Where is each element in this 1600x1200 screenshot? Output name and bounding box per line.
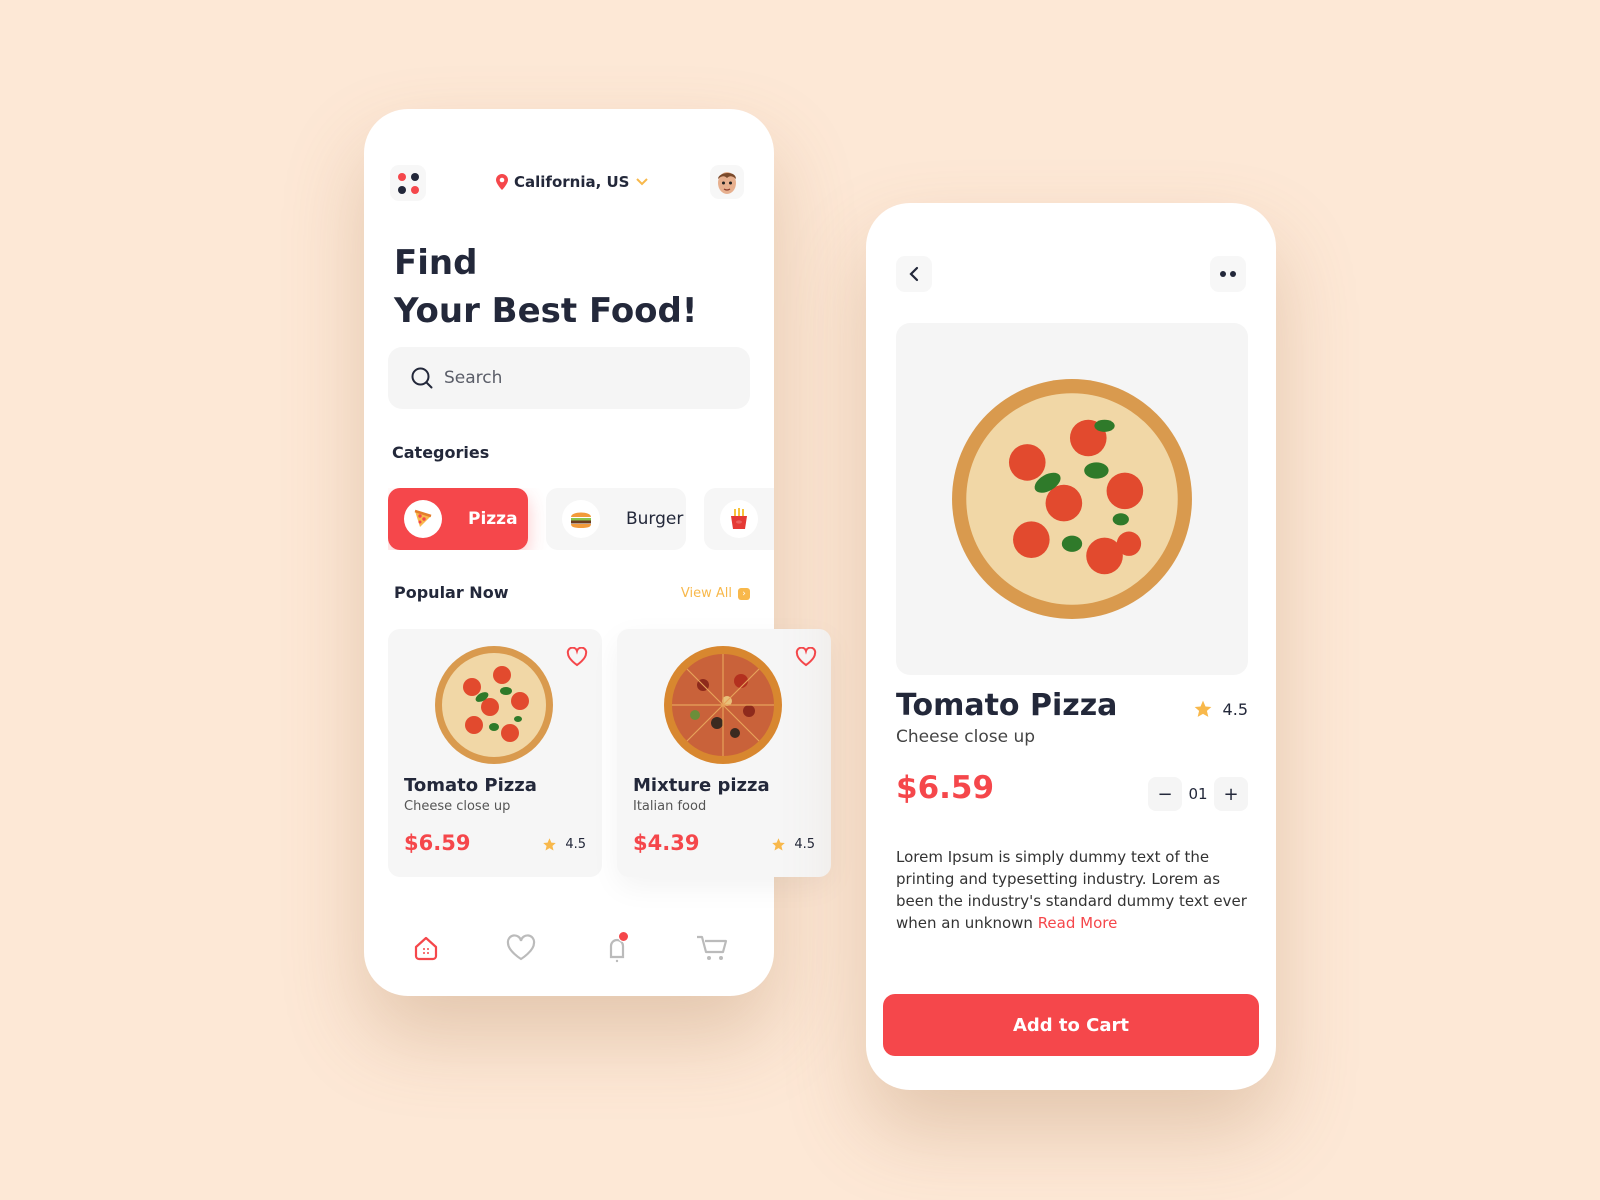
category-fries[interactable] <box>704 488 774 550</box>
chevron-left-icon <box>909 266 919 282</box>
nav-cart[interactable] <box>692 928 732 968</box>
tomato-pizza-image <box>435 646 553 764</box>
product-price: $6.59 <box>896 770 995 806</box>
burger-icon <box>562 500 600 538</box>
avatar-face-icon <box>718 172 736 194</box>
heart-icon <box>507 934 536 961</box>
fries-icon <box>720 500 758 538</box>
bottom-nav <box>364 928 774 968</box>
back-button[interactable] <box>896 256 932 292</box>
view-all-link[interactable]: View All › <box>681 586 750 601</box>
food-name: Mixture pizza <box>633 775 770 796</box>
star-icon <box>543 838 557 851</box>
product-image-frame <box>896 323 1248 675</box>
star-icon <box>1194 700 1211 717</box>
categories-heading: Categories <box>392 443 490 462</box>
rating-value: 4.5 <box>565 837 586 852</box>
home-screen: California, US Find Your Best Food! Cate… <box>364 109 831 996</box>
product-subtitle: Cheese close up <box>896 727 1036 747</box>
menu-button[interactable] <box>390 165 426 201</box>
search-icon <box>411 367 433 389</box>
nav-notifications[interactable] <box>597 928 637 968</box>
food-subtitle: Italian food <box>633 799 707 814</box>
title-line-2: Your Best Food! <box>394 291 698 331</box>
search-input[interactable] <box>444 368 724 388</box>
food-price: $6.59 <box>404 831 471 855</box>
read-more-link[interactable]: Read More <box>1038 914 1118 932</box>
product-rating: 4.5 <box>1193 699 1248 719</box>
search-bar[interactable] <box>388 347 750 409</box>
add-to-cart-button[interactable]: Add to Cart <box>883 994 1259 1056</box>
grid-dots-icon <box>397 172 419 194</box>
category-list: Pizza Burger <box>388 488 774 550</box>
favorite-heart-icon[interactable] <box>795 647 817 667</box>
cart-icon <box>697 935 728 960</box>
nav-favorites[interactable] <box>501 928 541 968</box>
food-rating: 4.5 <box>542 837 586 852</box>
detail-screen: Tomato Pizza Cheese close up 4.5 $6.59 −… <box>866 203 1276 1090</box>
category-pizza[interactable]: Pizza <box>388 488 528 550</box>
food-subtitle: Cheese close up <box>404 799 511 814</box>
map-pin-icon <box>496 174 508 190</box>
food-price: $4.39 <box>633 831 700 855</box>
page-title: Find Your Best Food! <box>394 239 697 335</box>
mixture-pizza-image <box>664 646 782 764</box>
location-selector[interactable]: California, US <box>496 173 648 191</box>
chevron-right-icon: › <box>738 587 750 600</box>
chevron-down-icon <box>635 178 648 186</box>
rating-value: 4.5 <box>794 837 815 852</box>
increment-button[interactable]: + <box>1214 777 1248 811</box>
location-label: California, US <box>514 173 630 191</box>
home-icon <box>414 936 437 961</box>
more-options-button[interactable] <box>1210 256 1246 292</box>
plus-icon: + <box>1223 783 1239 805</box>
pizza-slice-icon <box>404 500 442 538</box>
category-label: Burger <box>626 509 684 529</box>
favorite-heart-icon[interactable] <box>566 647 588 667</box>
minus-icon: − <box>1157 783 1173 805</box>
notification-badge <box>617 931 629 942</box>
category-burger[interactable]: Burger <box>546 488 686 550</box>
avatar[interactable] <box>710 165 744 199</box>
decrement-button[interactable]: − <box>1148 777 1182 811</box>
food-card[interactable]: Mixture pizza Italian food $4.39 4.5 <box>617 629 831 877</box>
food-rating: 4.5 <box>771 837 815 852</box>
food-name: Tomato Pizza <box>404 775 537 796</box>
quantity-value: 01 <box>1188 785 1208 803</box>
view-all-label: View All <box>680 586 732 601</box>
title-line-1: Find <box>394 243 478 283</box>
nav-home[interactable] <box>406 928 446 968</box>
product-description: Lorem Ipsum is simply dummy text of the … <box>896 846 1256 934</box>
star-icon <box>772 838 786 851</box>
more-dots-icon <box>1220 271 1236 277</box>
food-card[interactable]: Tomato Pizza Cheese close up $6.59 4.5 <box>388 629 602 877</box>
tomato-pizza-image <box>952 379 1192 619</box>
quantity-stepper: − 01 + <box>1148 777 1248 811</box>
product-name: Tomato Pizza <box>896 688 1118 723</box>
rating-value: 4.5 <box>1222 699 1248 719</box>
category-label: Pizza <box>468 509 518 529</box>
popular-heading: Popular Now <box>394 583 509 602</box>
